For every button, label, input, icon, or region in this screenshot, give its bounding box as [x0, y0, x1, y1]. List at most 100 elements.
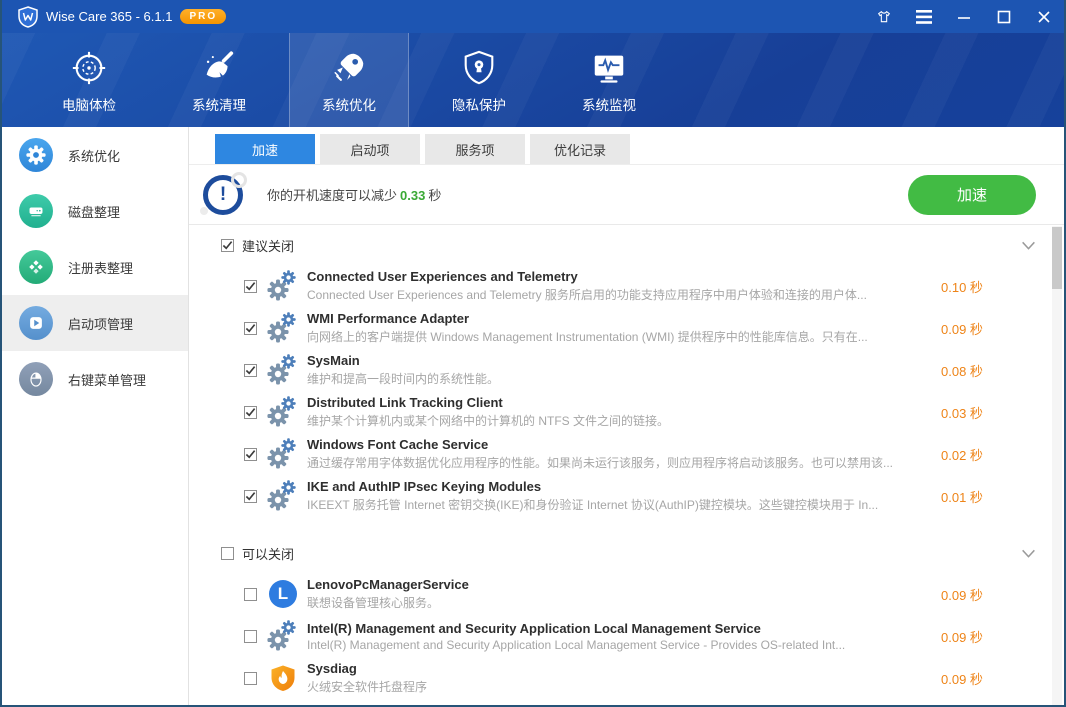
group-checkbox[interactable]	[221, 547, 234, 560]
service-checkbox[interactable]	[244, 280, 257, 293]
service-name: SysMain	[307, 353, 941, 368]
top-nav-item-3[interactable]: 隐私保护	[419, 33, 539, 127]
service-description: 通过缓存常用字体数据优化应用程序的性能。如果尚未运行该服务，则应用程序将启动该服…	[307, 454, 941, 471]
service-checkbox[interactable]	[244, 322, 257, 335]
service-list: 建议关闭 Connected User Experiences and Telem…	[221, 225, 1050, 705]
app-title: Wise Care 365 - 6.1.1	[46, 9, 172, 24]
service-name: LenovoPcManagerService	[307, 577, 941, 592]
main-panel: 加速启动项服务项优化记录 ! 你的开机速度可以减少0.33秒 加速 建议关闭Co…	[189, 127, 1064, 705]
monitor-screen-icon	[590, 47, 628, 87]
registry-icon	[19, 250, 53, 284]
sidebar-item-1[interactable]: 磁盘整理	[2, 183, 188, 239]
service-boot-time: 0.01 秒	[941, 487, 1001, 506]
top-nav-item-0[interactable]: 电脑体检	[29, 33, 149, 127]
group-label: 建议关闭	[242, 236, 294, 255]
tab-2[interactable]: 服务项	[425, 134, 525, 164]
checkup-radar-icon	[70, 47, 108, 87]
service-description: 向网络上的客户端提供 Windows Management Instrument…	[307, 328, 941, 345]
huorong-shield-icon	[269, 664, 297, 692]
service-row: SysMain维护和提高一段时间内的系统性能。0.08 秒	[244, 349, 1050, 391]
speed-up-button[interactable]: 加速	[908, 175, 1036, 215]
chevron-down-icon[interactable]	[1020, 237, 1037, 259]
group-checkbox[interactable]	[221, 239, 234, 252]
service-boot-time: 0.03 秒	[941, 403, 1001, 422]
service-boot-time: 0.09 秒	[941, 585, 1001, 604]
top-nav-label: 系统清理	[192, 94, 246, 114]
service-boot-time: 0.09 秒	[941, 319, 1001, 338]
gear-icon	[19, 138, 53, 172]
banner-message: 你的开机速度可以减少0.33秒	[267, 185, 441, 204]
close-icon[interactable]	[1036, 9, 1052, 25]
service-row: Distributed Link Tracking Client 维护某个计算机内…	[244, 391, 1050, 433]
sidebar-item-label: 右键菜单管理	[68, 370, 146, 389]
service-checkbox[interactable]	[244, 588, 257, 601]
window-controls	[876, 9, 1052, 25]
menu-icon[interactable]	[916, 9, 932, 25]
service-gear-small-icon	[281, 270, 296, 290]
service-gear-small-icon	[281, 312, 296, 332]
service-description: 联想设备管理核心服务。	[307, 594, 941, 611]
service-description: Intel(R) Management and Security Applica…	[307, 638, 941, 652]
theme-shirt-icon[interactable]	[876, 9, 892, 25]
sidebar-item-2[interactable]: 注册表整理	[2, 239, 188, 295]
title-bar: Wise Care 365 - 6.1.1 PRO	[2, 0, 1064, 33]
service-checkbox[interactable]	[244, 406, 257, 419]
service-row: Sysdiag火绒安全软件托盘程序0.09 秒	[244, 657, 1050, 699]
top-nav: 电脑体检系统清理 系统优化 隐私保护 系统监视	[2, 33, 1064, 127]
top-nav-item-1[interactable]: 系统清理	[159, 33, 279, 127]
tab-0[interactable]: 加速	[215, 134, 315, 164]
top-nav-label: 隐私保护	[452, 94, 506, 114]
chevron-down-icon[interactable]	[1020, 545, 1037, 567]
group-label: 可以关闭	[242, 544, 294, 563]
top-nav-label: 系统优化	[322, 94, 376, 114]
service-gear-small-icon	[281, 480, 296, 500]
service-checkbox[interactable]	[244, 448, 257, 461]
app-logo-icon	[18, 6, 38, 28]
lenovo-icon: L	[269, 580, 297, 608]
service-gear-small-icon	[281, 438, 296, 458]
group-header-1: 可以关闭	[221, 533, 1050, 573]
group-header-0: 建议关闭	[221, 225, 1050, 265]
service-description: 维护某个计算机内或某个网络中的计算机的 NTFS 文件之间的链接。	[307, 412, 941, 429]
speedup-banner: ! 你的开机速度可以减少0.33秒 加速	[189, 165, 1064, 225]
service-description: IKEEXT 服务托管 Internet 密钥交换(IKE)和身份验证 Inte…	[307, 496, 941, 513]
tab-1[interactable]: 启动项	[320, 134, 420, 164]
app-window: Wise Care 365 - 6.1.1 PRO 电脑体检系统清理系统优化隐私…	[0, 0, 1066, 707]
sidebar: 系统优化磁盘整理注册表整理启动项管理右键菜单管理	[2, 127, 189, 705]
service-checkbox[interactable]	[244, 630, 257, 643]
top-nav-label: 系统监视	[582, 94, 636, 114]
sidebar-item-4[interactable]: 右键菜单管理	[2, 351, 188, 407]
service-row: Intel(R) Management and Security Applica…	[244, 615, 1050, 657]
sidebar-item-3[interactable]: 启动项管理	[2, 295, 188, 351]
banner-value: 0.33	[400, 188, 425, 203]
minimize-icon[interactable]	[956, 9, 972, 25]
service-boot-time: 0.10 秒	[941, 277, 1001, 296]
service-name: IKE and AuthIP IPsec Keying Modules	[307, 479, 941, 494]
service-name: Windows Font Cache Service	[307, 437, 941, 452]
mouse-icon	[19, 362, 53, 396]
service-gear-small-icon	[281, 354, 296, 374]
sidebar-item-0[interactable]: 系统优化	[2, 127, 188, 183]
service-description: 维护和提高一段时间内的系统性能。	[307, 370, 941, 387]
service-checkbox[interactable]	[244, 490, 257, 503]
maximize-icon[interactable]	[996, 9, 1012, 25]
scrollbar-thumb[interactable]	[1052, 227, 1062, 289]
startup-icon	[19, 306, 53, 340]
service-name: Intel(R) Management and Security Applica…	[307, 621, 941, 636]
service-boot-time: 0.02 秒	[941, 445, 1001, 464]
top-nav-item-4[interactable]: 系统监视	[549, 33, 669, 127]
service-checkbox[interactable]	[244, 364, 257, 377]
pro-badge: PRO	[180, 9, 226, 24]
scrollbar-track[interactable]	[1052, 226, 1062, 705]
disk-icon	[19, 194, 53, 228]
tab-3[interactable]: 优化记录	[530, 134, 630, 164]
service-name: Distributed Link Tracking Client	[307, 395, 941, 410]
service-row: Connected User Experiences and Telemetry…	[244, 265, 1050, 307]
tuneup-rocket-icon	[330, 47, 368, 87]
service-name: Connected User Experiences and Telemetry	[307, 269, 941, 284]
service-row: L LenovoPcManagerService 联想设备管理核心服务。0.09 秒	[244, 573, 1050, 615]
service-checkbox[interactable]	[244, 672, 257, 685]
service-row: WMI Performance Adapter向网络上的客户端提供 Window…	[244, 307, 1050, 349]
service-list-area: 建议关闭 Connected User Experiences and Telem…	[189, 225, 1064, 705]
top-nav-item-2[interactable]: 系统优化	[289, 33, 409, 127]
